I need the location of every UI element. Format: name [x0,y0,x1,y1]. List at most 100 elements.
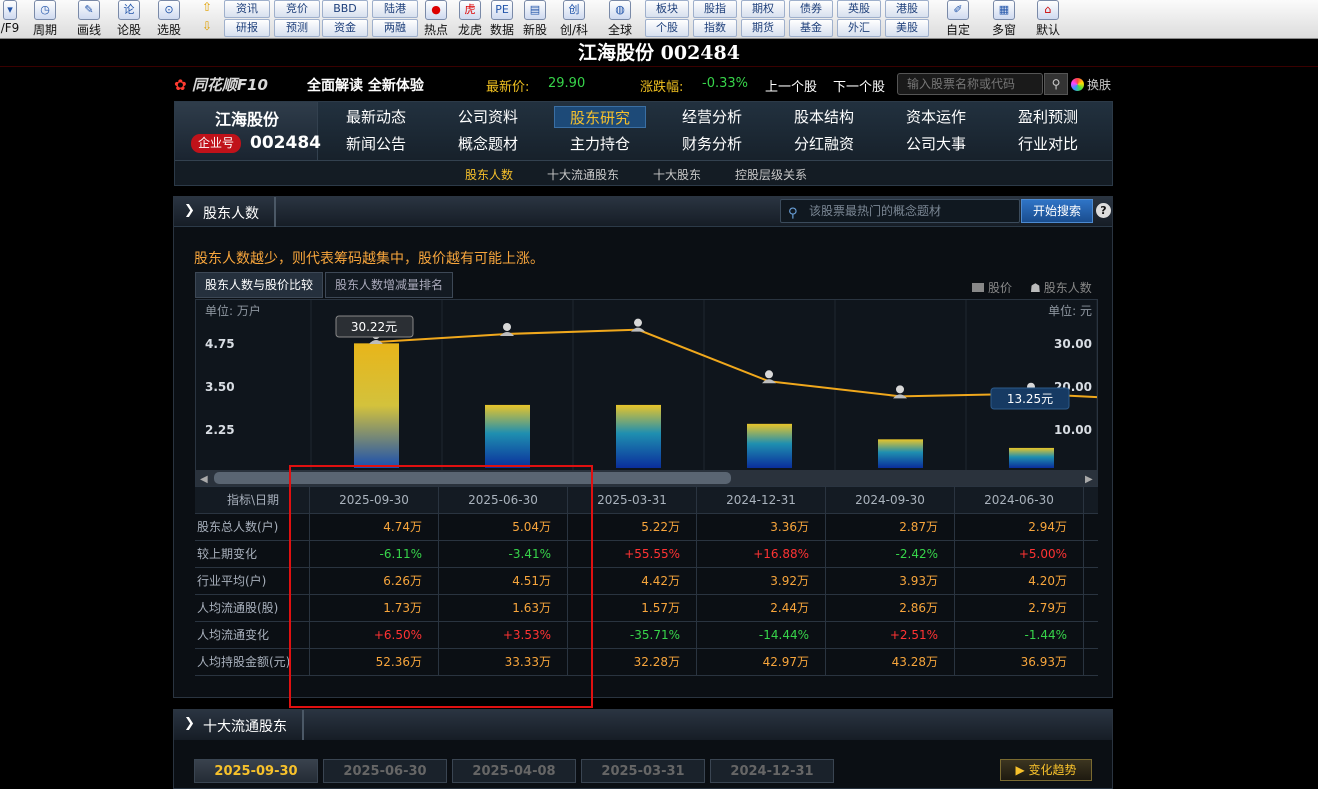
concept-search-input[interactable]: ⚲ 该股票最热门的概念题材 [780,199,1020,223]
person-marker-icon[interactable] [765,370,773,379]
tb-default-button[interactable]: ⌂ 默认 [1030,0,1066,38]
tb-news-button[interactable]: 资讯 [224,0,270,18]
date-tab-1[interactable]: 2025-09-30 [194,759,318,783]
scroll-left-icon[interactable]: ◀ [200,474,208,485]
tb-sector-button[interactable]: 板块 [645,0,689,18]
skin-button[interactable]: 换肤 [1071,76,1111,93]
tb-hot-button[interactable]: ● 热点 [421,0,451,38]
tb-index-futures-button[interactable]: 股指 [693,0,737,18]
date-tab-2[interactable]: 2025-06-30 [323,759,447,783]
tb-new-stock-button[interactable]: ▤ 新股 [520,0,550,38]
tb-chuang-button[interactable]: 创创/科 [555,0,593,38]
tooltip-price-1: 30.22元 [351,320,397,334]
subnav-top10-float[interactable]: 十大流通股东 [547,166,619,183]
subnav-control-hierarchy[interactable]: 控股层级关系 [735,166,807,183]
tb-hk-stocks-button[interactable]: 港股 [885,0,929,18]
person-icon: ☗ [1030,281,1041,295]
next-stock-link[interactable]: 下一个股 [833,76,885,95]
tb-uk-stocks-button[interactable]: 英股 [837,0,881,18]
nav-capital-ops[interactable]: 资本运作 [890,106,982,128]
f10-nav: 江海股份 企业号 002484 最新动态 公司资料 股东研究 经营分析 股本结构… [174,101,1113,186]
tb-forecast-button[interactable]: 预测 [274,19,320,37]
tb-options-button[interactable]: 期权 [741,0,785,18]
tb-forex-button[interactable]: 外汇 [837,19,881,37]
nav-events[interactable]: 公司大事 [890,133,982,155]
person-marker-icon[interactable] [503,322,511,331]
nav-operations[interactable]: 经营分析 [666,106,758,128]
trend-button[interactable]: ▶ 变化趋势 [1000,759,1092,781]
date-column-header[interactable]: 2024-09-30 [826,487,955,514]
palette-icon [1071,78,1084,91]
arrow-up-icon[interactable]: ⇧ [197,0,217,18]
tab-holders-vs-price[interactable]: 股东人数与股价比较 [195,272,323,298]
holder-count-bar[interactable] [354,343,399,468]
tb-bbd-button[interactable]: BBD [322,0,368,18]
tb-futures-button[interactable]: 期货 [741,19,785,37]
tb-f9-button[interactable]: ▾/F9 [0,0,20,35]
help-icon[interactable]: ? [1096,203,1111,218]
pe-data-icon: PE [491,0,513,20]
tab-holder-change-rank[interactable]: 股东人数增减量排名 [325,272,453,298]
lun-icon: 论 [118,0,140,20]
tb-lun-button[interactable]: 论论股 [114,0,144,38]
person-marker-icon[interactable] [896,385,904,394]
tb-us-stocks-button[interactable]: 美股 [885,19,929,37]
chuang-icon: 创 [563,0,585,20]
stock-search-input[interactable]: 输入股票名称或代码 [897,73,1043,95]
table-cell: 2.79万 [955,595,1084,622]
nav-earnings-forecast[interactable]: 盈利预测 [1002,106,1094,128]
tb-draw-button[interactable]: ✎ 画线 [70,0,108,38]
tb-funds-button[interactable]: 资金 [322,19,368,37]
tb-indices-button[interactable]: 指数 [693,19,737,37]
table-cell: 2.86万 [826,595,955,622]
scroll-right-icon[interactable]: ▶ [1085,474,1093,485]
date-tab-5[interactable]: 2024-12-31 [710,759,834,783]
date-tab-3[interactable]: 2025-04-08 [452,759,576,783]
tb-auction-button[interactable]: 竞价 [274,0,320,18]
nav-equity-structure[interactable]: 股本结构 [778,106,870,128]
tb-hk-connect-button[interactable]: 陆港 [372,0,418,18]
enterprise-badge[interactable]: 企业号 [191,134,241,153]
tb-global-button[interactable]: ◍ 全球 [600,0,640,38]
tb-bonds-button[interactable]: 债券 [789,0,833,18]
person-marker-icon[interactable] [634,318,642,327]
tb-period-button[interactable]: ◷ 周期 [26,0,64,38]
arrow-down-icon[interactable]: ⇩ [197,19,217,37]
tb-report-button[interactable]: 研报 [224,19,270,37]
tb-data-button[interactable]: PE 数据 [487,0,517,38]
tb-multiwindow-button[interactable]: ▦ 多窗 [984,0,1024,38]
holder-count-bar[interactable] [485,404,530,468]
highlight-box [289,465,593,708]
tb-custom-button[interactable]: ✐ 自定 [940,0,976,38]
price-line [375,328,1098,399]
nav-announcements[interactable]: 新闻公告 [330,133,422,155]
person-marker-body [631,327,645,332]
holder-count-bar[interactable] [747,423,792,468]
nav-financials[interactable]: 财务分析 [666,133,758,155]
nav-concepts[interactable]: 概念题材 [442,133,534,155]
tb-tiger-button[interactable]: 虎龙虎 [455,0,485,38]
holder-count-bar[interactable] [616,404,661,468]
nav-shareholder-research[interactable]: 股东研究 [554,106,646,128]
subnav-holder-count[interactable]: 股东人数 [465,166,513,183]
date-column-header[interactable]: 2024-12-31 [697,487,826,514]
date-tab-4[interactable]: 2025-03-31 [581,759,705,783]
search-icon[interactable]: ⚲ [1044,73,1068,95]
nav-industry-compare[interactable]: 行业对比 [1002,133,1094,155]
tb-funds2-button[interactable]: 基金 [789,19,833,37]
tb-stocks-button[interactable]: 个股 [645,19,689,37]
table-cell: 3.93万 [826,568,955,595]
f10-bar: ✿ 同花顺F10 全面解读 全新体验 最新价: 29.90 涨跌幅: -0.33… [174,72,1114,98]
tb-margin-button[interactable]: 两融 [372,19,418,37]
holder-count-bar[interactable] [1009,447,1054,468]
nav-main-holdings[interactable]: 主力持仓 [554,133,646,155]
holder-count-bar[interactable] [878,439,923,468]
prev-stock-link[interactable]: 上一个股 [765,76,817,95]
nav-latest[interactable]: 最新动态 [330,106,422,128]
date-column-header[interactable]: 2024-06-30 [955,487,1084,514]
subnav-top10[interactable]: 十大股东 [653,166,701,183]
tb-select-button[interactable]: ⊙ 选股 [150,0,188,38]
start-search-button[interactable]: 开始搜索 [1021,199,1093,223]
nav-company[interactable]: 公司资料 [442,106,534,128]
nav-dividends[interactable]: 分红融资 [778,133,870,155]
